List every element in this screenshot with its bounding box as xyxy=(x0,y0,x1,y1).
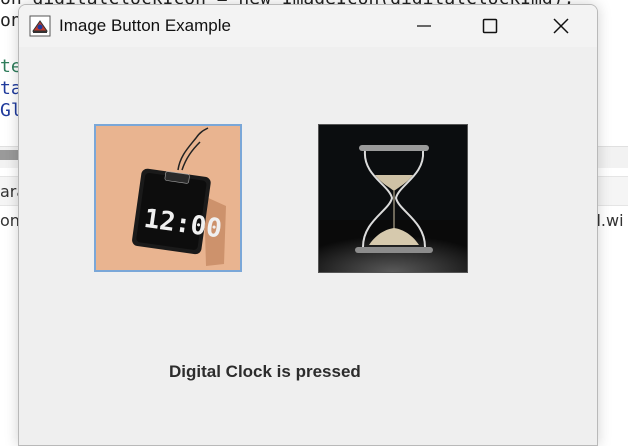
minimize-icon xyxy=(417,25,431,27)
maximize-icon xyxy=(482,18,498,34)
minimize-button[interactable] xyxy=(401,5,447,47)
maximize-button[interactable] xyxy=(467,5,513,47)
digital-clock-button[interactable]: 12:00 xyxy=(94,124,242,272)
digital-clock-image: 12:00 xyxy=(96,126,240,270)
hourglass-image xyxy=(319,125,467,272)
java-app-icon xyxy=(29,15,51,37)
title-bar[interactable]: Image Button Example xyxy=(19,5,597,47)
close-icon xyxy=(553,18,569,34)
hourglass-button[interactable] xyxy=(318,124,468,273)
panel-text-2: on xyxy=(0,211,20,230)
image-button-window: Image Button Example 12:00 Digital Clock… xyxy=(18,4,598,446)
window-title: Image Button Example xyxy=(59,16,231,35)
status-label: Digital Clock is pressed xyxy=(169,362,361,381)
close-button[interactable] xyxy=(538,5,584,47)
